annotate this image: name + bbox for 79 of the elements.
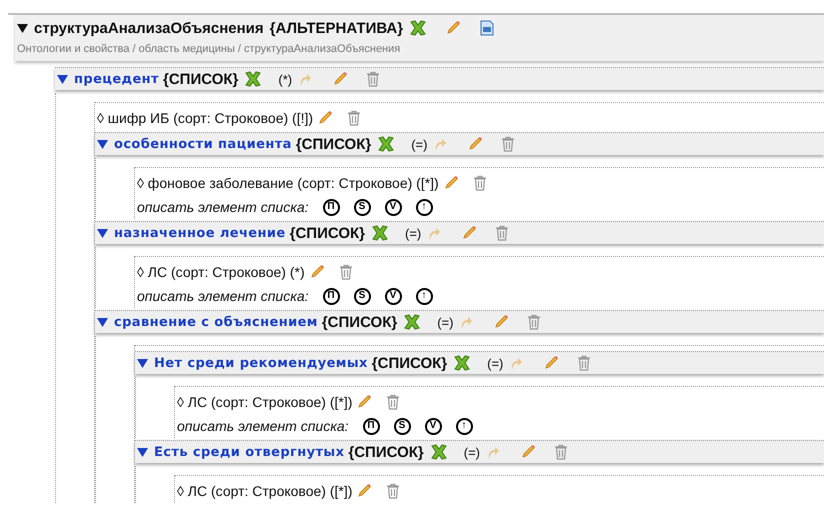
document-icon[interactable]	[479, 20, 496, 36]
cross-icon[interactable]	[244, 70, 262, 88]
list-title: особенности пациента	[114, 136, 292, 152]
cross-icon[interactable]	[409, 19, 428, 37]
trash-icon[interactable]	[386, 483, 400, 499]
trash-icon[interactable]	[501, 136, 516, 152]
list-title: назначенное лечение	[114, 226, 286, 240]
type-label: {СПИСОК}	[322, 314, 398, 330]
describe-label: описать элемент списка:	[137, 199, 308, 215]
structure-title: структураАнализаОбъяснения	[34, 20, 264, 36]
collapse-caret-icon[interactable]	[17, 22, 28, 34]
type-label: {СПИСОК}	[163, 70, 238, 88]
pencil-icon[interactable]	[493, 314, 510, 330]
pencil-icon[interactable]	[356, 483, 372, 499]
trash-icon[interactable]	[554, 444, 568, 460]
trash-icon[interactable]	[366, 71, 380, 87]
circle-button[interactable]: ↑	[416, 198, 432, 216]
flag-label: (=)	[411, 136, 428, 152]
trash-icon[interactable]	[577, 355, 592, 371]
pencil-icon[interactable]	[308, 264, 325, 280]
pencil-icon[interactable]	[445, 20, 462, 36]
type-label: {АЛЬТЕРНАТИВА}	[270, 20, 404, 36]
collapse-caret-icon[interactable]	[137, 358, 148, 368]
type-label: {СПИСОК}	[290, 224, 365, 242]
pencil-icon[interactable]	[461, 225, 478, 241]
cross-icon[interactable]	[430, 443, 448, 461]
flag-label: (=)	[464, 444, 480, 460]
trash-icon[interactable]	[527, 314, 542, 330]
collapse-caret-icon[interactable]	[137, 446, 148, 458]
circle-button[interactable]: S	[394, 418, 410, 434]
circle-button[interactable]: П	[362, 418, 380, 434]
type-label: {СПИСОК}	[348, 444, 424, 460]
pencil-icon[interactable]	[543, 355, 560, 371]
attribute-label: ◊ фоновое заболевание (сорт: Строковое) ([*])	[137, 175, 439, 191]
list-title: сравнение с объяснением	[114, 314, 318, 330]
circle-button[interactable]: V	[384, 198, 402, 216]
collapse-caret-icon[interactable]	[97, 138, 108, 150]
attribute-label: ◊ ЛС (сорт: Строковое) ([*])	[177, 394, 352, 410]
flag-label: (=)	[487, 356, 504, 370]
cross-icon[interactable]	[403, 313, 422, 331]
cross-icon[interactable]	[453, 354, 472, 372]
circle-button[interactable]: S	[354, 288, 370, 304]
describe-label: описать элемент списка:	[177, 418, 348, 434]
collapse-caret-icon[interactable]	[97, 228, 108, 238]
trash-icon[interactable]	[472, 175, 487, 191]
trash-icon[interactable]	[386, 394, 400, 410]
pencil-icon[interactable]	[332, 71, 348, 87]
collapse-caret-icon[interactable]	[57, 74, 68, 84]
flag-label: (=)	[405, 226, 422, 240]
circle-button[interactable]: S	[354, 198, 370, 216]
pencil-icon[interactable]	[520, 444, 536, 460]
pencil-icon[interactable]	[442, 175, 459, 191]
describe-label: описать элемент списка:	[137, 288, 308, 304]
circle-button[interactable]: П	[322, 288, 340, 304]
list-title: Есть среди отвергнутых	[154, 444, 344, 460]
circle-button[interactable]: ↑	[456, 418, 472, 434]
pencil-icon[interactable]	[356, 394, 372, 410]
circle-button[interactable]: ↑	[416, 288, 432, 304]
pencil-icon[interactable]	[467, 136, 484, 152]
cross-icon[interactable]	[371, 224, 389, 242]
collapse-caret-icon[interactable]	[97, 316, 108, 328]
trash-icon[interactable]	[495, 225, 510, 241]
circle-button[interactable]: V	[424, 418, 442, 434]
flag-label: (=)	[437, 314, 454, 330]
circle-button[interactable]: П	[322, 198, 340, 216]
list-title: прецедент	[74, 72, 159, 86]
circle-button[interactable]: V	[384, 288, 402, 304]
type-label: {СПИСОК}	[372, 354, 448, 372]
flag-label: (*)	[278, 72, 292, 86]
type-label: {СПИСОК}	[296, 136, 372, 152]
breadcrumb: Онтологии и свойства / область медицины / структураАнализаОбъяснения	[17, 43, 402, 55]
cross-icon[interactable]	[377, 135, 396, 153]
list-title: Нет среди рекомендуемых	[154, 356, 368, 370]
trash-icon[interactable]	[338, 264, 353, 280]
pencil-icon[interactable]	[317, 110, 334, 126]
attribute-label: ◊ ЛС (сорт: Строковое) ([*])	[177, 483, 352, 499]
trash-icon[interactable]	[347, 110, 362, 126]
attribute-label: ◊ шифр ИБ (сорт: Строковое) ([!])	[97, 110, 314, 126]
attribute-label: ◊ ЛС (сорт: Строковое) (*)	[137, 264, 305, 280]
